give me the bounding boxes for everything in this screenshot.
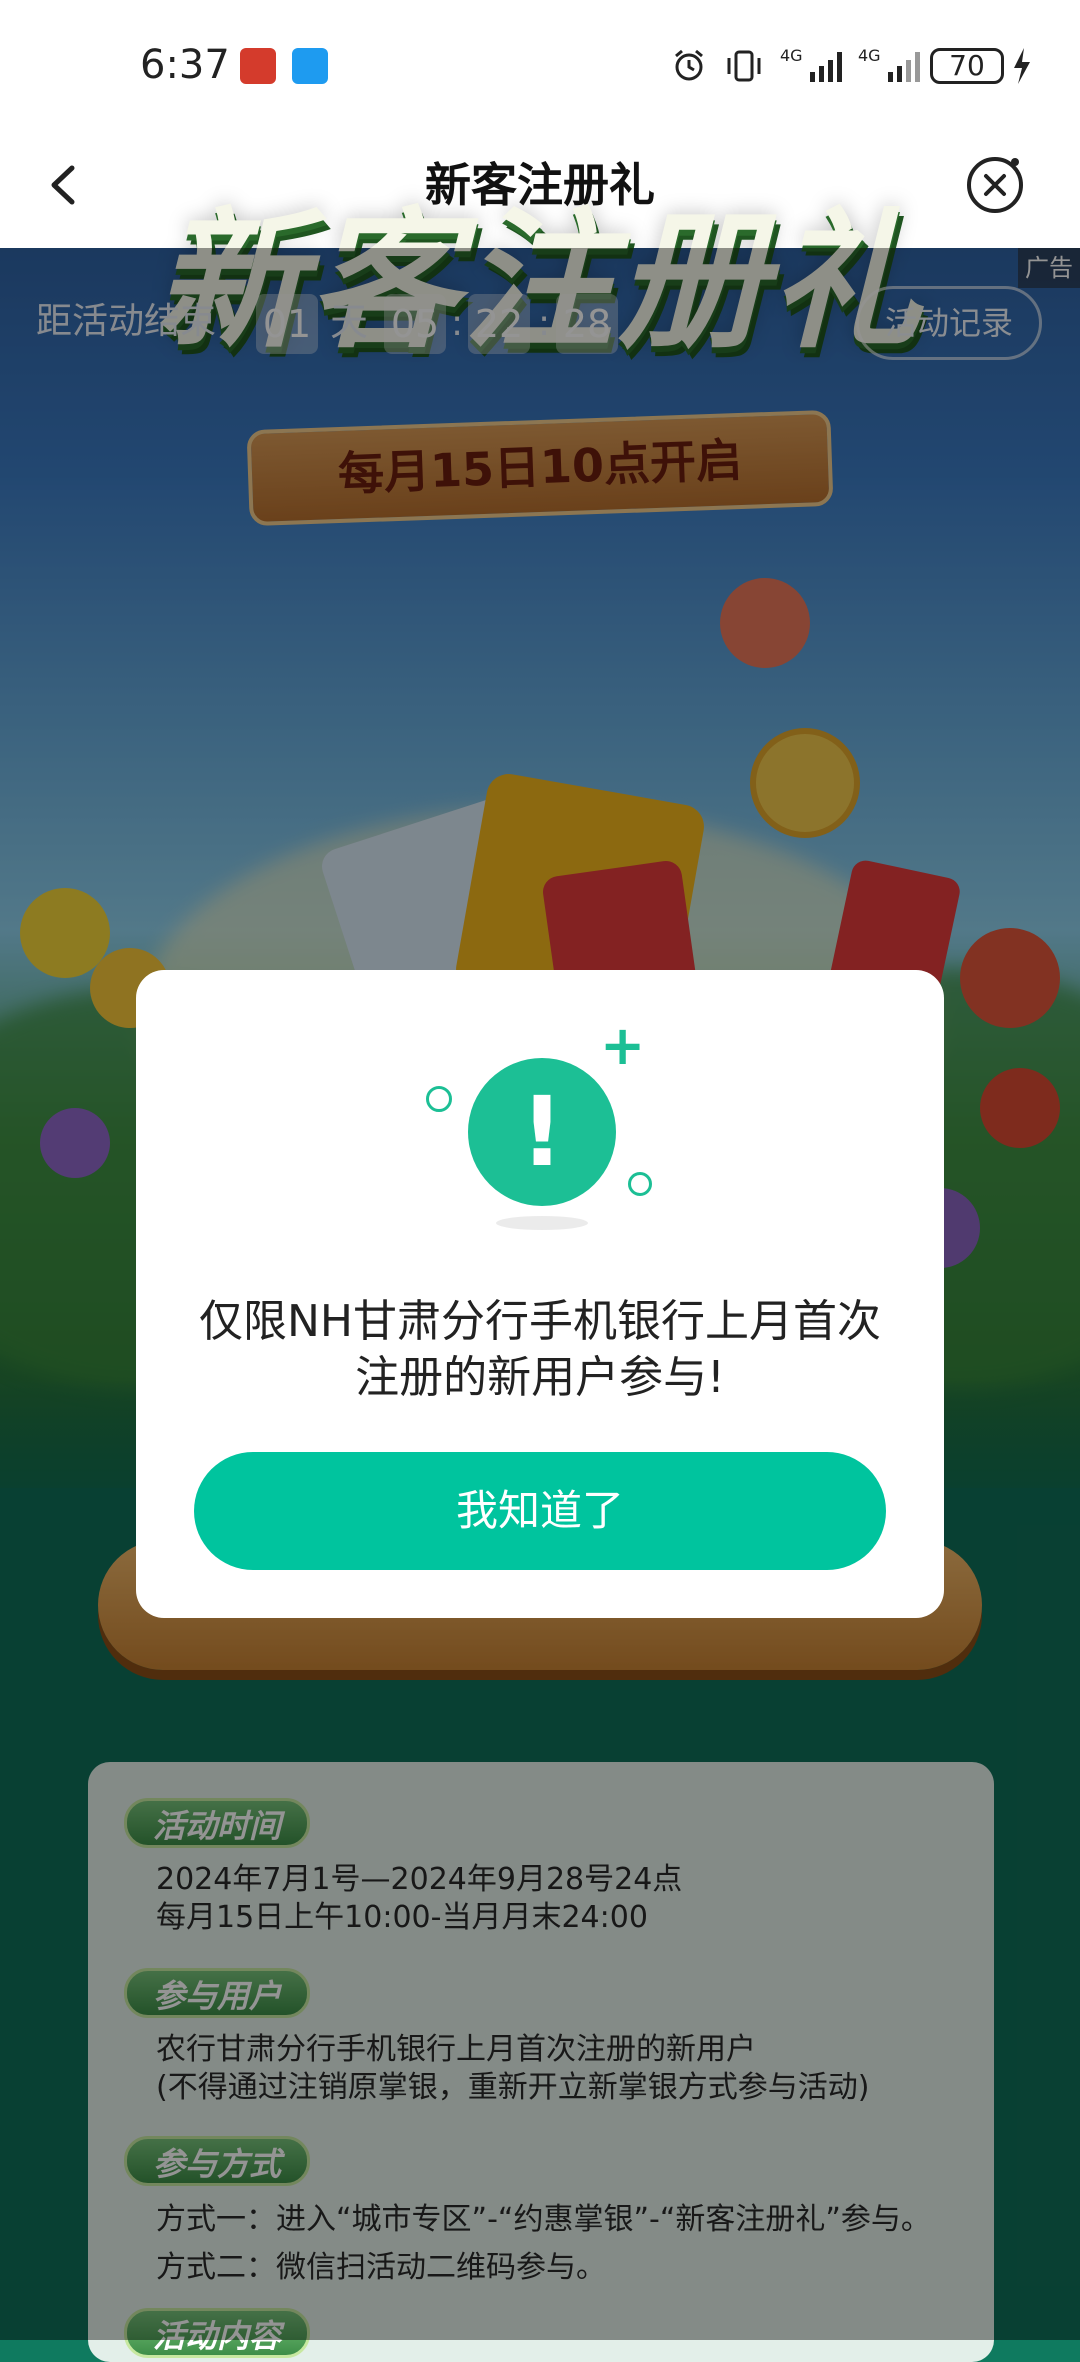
alert-icon-shadow [496, 1216, 588, 1230]
signal-4g-icon-1: 4G [780, 46, 850, 86]
exclamation-mark-icon: ! [520, 1076, 564, 1188]
signal-4g-icon-2: 4G [858, 46, 928, 86]
notification-app-icon [240, 48, 276, 84]
decor-ring-icon [426, 1086, 452, 1112]
ok-button[interactable]: 我知道了 [194, 1452, 886, 1570]
battery-indicator: 70 [930, 48, 1004, 84]
status-time: 6:37 [140, 42, 230, 88]
decor-ring-icon [628, 1172, 652, 1196]
search-app-icon [292, 48, 328, 84]
vibrate-icon [727, 50, 761, 82]
alarm-icon [675, 49, 703, 81]
dialog-message: 仅限NH甘肃分行手机银行上月首次注册的新用户参与! [199, 1296, 881, 1403]
plus-icon: + [600, 1014, 646, 1077]
charging-icon [1014, 48, 1030, 84]
